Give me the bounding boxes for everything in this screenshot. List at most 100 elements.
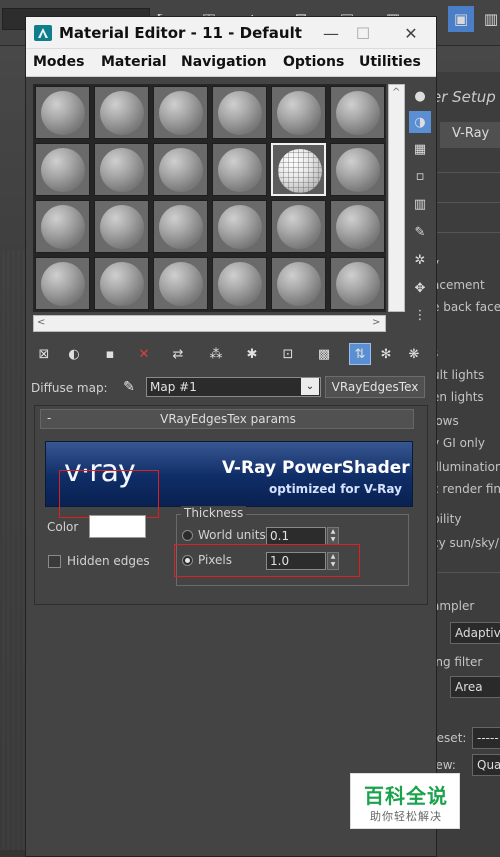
render-option-text: cy sun/sky/ (432, 536, 499, 550)
slots-horizontal-scrollbar[interactable]: < > (33, 315, 386, 332)
highlight-box-color (59, 470, 159, 518)
title-bar[interactable]: Material Editor - 11 - Default — ☐ ✕ (26, 17, 436, 49)
sample-slot[interactable] (94, 200, 149, 253)
menu-options[interactable]: Options (283, 54, 344, 70)
minimize-button[interactable]: — (318, 21, 344, 45)
divider (432, 202, 500, 203)
material-editor-window: Material Editor - 11 - Default — ☐ ✕ Mod… (25, 16, 437, 857)
copy-material-icon[interactable]: ⇄ (167, 343, 189, 365)
sample-slot[interactable] (271, 200, 326, 253)
go-forward-sibling-icon[interactable]: ❋ (403, 343, 425, 365)
material-toolbar: ⊠ ◐ ▪ ✕ ⇄ ⁂ ✱ ⊡ ▩ ⇅ ✻ ❋ (29, 343, 433, 369)
reset-map-icon[interactable]: ✕ (133, 343, 155, 365)
put-to-scene-icon[interactable]: ◐ (63, 343, 85, 365)
slots-vertical-scrollbar[interactable]: ^ (388, 84, 405, 312)
tab-vray[interactable]: V-Ray (440, 122, 500, 148)
sample-slot[interactable] (35, 257, 90, 310)
sample-type-icon[interactable]: ● (409, 85, 431, 107)
sample-slots-grid (33, 84, 386, 312)
scroll-up-icon[interactable]: ^ (392, 87, 400, 98)
pixels-label: Pixels (198, 553, 233, 567)
go-to-parent-icon[interactable]: ✻ (375, 343, 397, 365)
watermark-main-text: 百科全说 (364, 784, 448, 808)
sample-slot[interactable] (330, 86, 385, 139)
maximize-button[interactable]: ☐ (350, 21, 376, 45)
render-option-text: reset: (432, 731, 467, 745)
map-type-button[interactable]: VRayEdgesTex (325, 376, 425, 398)
sample-slot[interactable] (153, 257, 208, 310)
sample-slot[interactable] (35, 200, 90, 253)
render-option-text: ing filter (432, 655, 483, 669)
world-units-spinner[interactable]: ▲ ▼ (327, 527, 339, 545)
material-map-navigator-icon[interactable]: ⋮ (409, 304, 431, 326)
sample-slot[interactable] (153, 86, 208, 139)
sample-slot[interactable] (94, 143, 149, 196)
sample-slot[interactable] (271, 86, 326, 139)
render-option-text: e back face (432, 300, 500, 314)
sample-slot[interactable] (153, 143, 208, 196)
pick-material-eyedropper-icon[interactable]: ✎ (119, 377, 139, 397)
sample-slot[interactable] (94, 86, 149, 139)
view-dropdown[interactable]: Qua (472, 754, 500, 776)
make-unique-icon[interactable]: ⁂ (205, 343, 227, 365)
pixels-radio[interactable] (182, 555, 193, 566)
world-units-label: World units (198, 528, 266, 542)
put-to-library-icon[interactable]: ✱ (241, 343, 263, 365)
sample-slot[interactable] (212, 86, 267, 139)
filter-dropdown[interactable]: Area (450, 676, 500, 698)
baike-watermark-logo: 百科全说 助你轻松解决 (350, 773, 460, 829)
scroll-right-icon[interactable]: > (372, 317, 380, 328)
sample-slot[interactable] (330, 200, 385, 253)
map-name-field[interactable]: Map #1 (146, 377, 321, 397)
menu-utilities[interactable]: Utilities (359, 54, 421, 70)
world-units-radio[interactable] (182, 530, 193, 541)
render-setup-icon[interactable]: ▣ (448, 6, 474, 32)
sample-slot[interactable] (94, 257, 149, 310)
sample-slot[interactable] (212, 257, 267, 310)
backlight-icon[interactable]: ◑ (409, 111, 431, 133)
show-end-result-icon[interactable]: ⇅ (349, 343, 371, 365)
sample-slot-active[interactable] (271, 143, 326, 196)
hidden-edges-checkbox[interactable] (48, 555, 61, 568)
sample-slot[interactable] (153, 200, 208, 253)
menu-material[interactable]: Material (101, 54, 167, 70)
diffuse-map-row: Diffuse map: ✎ Map #1 ⌄ VRayEdgesTex (26, 375, 436, 401)
options-icon[interactable]: ✲ (409, 249, 431, 271)
rollout-header[interactable]: - VRayEdgesTex params (40, 409, 414, 429)
menu-modes[interactable]: Modes (33, 54, 84, 70)
sample-slot[interactable] (271, 257, 326, 310)
sample-slot[interactable] (35, 86, 90, 139)
render-option-text: c render fin (432, 482, 500, 496)
banner-title: V-Ray PowerShader (222, 458, 410, 478)
pixels-spinner[interactable]: ▲ ▼ (327, 552, 339, 570)
assign-to-selection-icon[interactable]: ▪ (99, 343, 121, 365)
select-by-material-icon[interactable]: ✥ (409, 277, 431, 299)
pixels-field[interactable]: 1.0 (266, 552, 326, 570)
material-id-channel-icon[interactable]: ⊡ (277, 343, 299, 365)
sample-slot[interactable] (212, 143, 267, 196)
close-button[interactable]: ✕ (398, 21, 424, 45)
map-name-dropdown-arrow[interactable]: ⌄ (301, 378, 319, 395)
world-units-field[interactable]: 0.1 (266, 527, 326, 545)
background-icon[interactable]: ▦ (409, 138, 431, 160)
show-shaded-map-icon[interactable]: ▩ (313, 343, 335, 365)
window-title: Material Editor - 11 - Default (59, 24, 302, 42)
sample-slot[interactable] (330, 143, 385, 196)
render-setup-title: er Setup (432, 88, 496, 106)
render-option-text: en lights (432, 390, 484, 404)
video-color-check-icon[interactable]: ▥ (409, 193, 431, 215)
sample-slot[interactable] (35, 143, 90, 196)
color-label: Color (47, 520, 79, 534)
preset-dropdown[interactable]: ----- (472, 727, 500, 749)
sample-slot[interactable] (212, 200, 267, 253)
sampler-dropdown[interactable]: Adaptive (450, 622, 500, 644)
menu-navigation[interactable]: Navigation (181, 54, 267, 70)
sample-slot[interactable] (330, 257, 385, 310)
sample-uv-tiling-icon[interactable]: ▫ (409, 165, 431, 187)
scroll-left-icon[interactable]: < (37, 317, 45, 328)
color-swatch[interactable] (89, 515, 146, 538)
render-frame-icon[interactable]: ▥ (478, 6, 500, 32)
make-preview-icon[interactable]: ✎ (409, 221, 431, 243)
get-material-icon[interactable]: ⊠ (33, 343, 55, 365)
render-option-text: ampler (432, 599, 475, 613)
